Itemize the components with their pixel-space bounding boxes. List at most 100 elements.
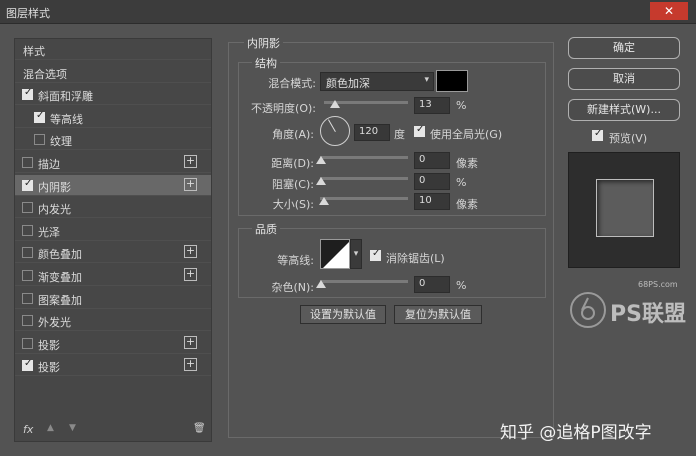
opacity-slider-thumb[interactable] (329, 100, 340, 108)
style-item[interactable]: 渐变叠加 + (15, 265, 211, 286)
contour-curve-icon (321, 240, 349, 268)
angle-dial[interactable] (320, 116, 350, 146)
angle-input[interactable]: 120 (354, 124, 390, 141)
style-item-label: 投影 (38, 361, 60, 375)
style-item-checkbox[interactable] (22, 358, 33, 372)
distance-input[interactable]: 0 (414, 152, 450, 169)
style-item-label: 等高线 (50, 112, 83, 126)
style-item-checkbox[interactable] (34, 110, 45, 123)
angle-unit: 度 (394, 128, 405, 141)
choke-input[interactable]: 0 (414, 173, 450, 190)
style-item[interactable]: 等高线 (15, 107, 211, 128)
style-item[interactable]: 投影 + (15, 355, 211, 377)
style-item[interactable]: 样式 (15, 39, 211, 60)
style-item[interactable]: 内阴影 + (15, 174, 211, 196)
noise-slider[interactable] (320, 280, 408, 283)
choke-label: 阻塞(C): (272, 178, 314, 191)
style-item-checkbox[interactable] (22, 224, 33, 236)
styles-list-footer: fx ▲ ▼ 🗑 (15, 419, 211, 441)
ps-logo-icon (568, 290, 608, 330)
choke-slider[interactable] (320, 177, 408, 180)
style-item-checkbox[interactable] (22, 87, 33, 101)
style-item[interactable]: 图案叠加 (15, 288, 211, 309)
ok-button[interactable]: 确定 (568, 37, 680, 59)
style-item-checkbox[interactable] (22, 292, 33, 304)
add-style-icon[interactable]: + (184, 358, 197, 372)
choke-slider-thumb[interactable] (316, 177, 326, 185)
style-item[interactable]: 投影 + (15, 333, 211, 354)
close-button[interactable]: ✕ (650, 2, 688, 20)
style-item[interactable]: 混合选项 (15, 62, 211, 83)
add-style-icon[interactable]: + (184, 335, 197, 349)
global-light-checkbox[interactable] (414, 124, 425, 137)
opacity-unit: % (456, 99, 467, 112)
noise-slider-thumb[interactable] (316, 280, 326, 288)
size-slider[interactable] (320, 197, 408, 200)
noise-unit: % (456, 279, 467, 292)
move-up-icon[interactable]: ▲ (47, 423, 54, 433)
style-item-checkbox[interactable] (22, 315, 33, 327)
shadow-color-swatch[interactable] (436, 70, 468, 92)
style-item-label: 渐变叠加 (38, 271, 82, 284)
set-default-button[interactable]: 设置为默认值 (300, 305, 386, 324)
style-item[interactable]: 颜色叠加 + (15, 242, 211, 264)
style-item-checkbox[interactable] (22, 270, 33, 281)
style-item-checkbox[interactable] (22, 157, 33, 168)
style-item-checkbox[interactable] (34, 134, 45, 146)
size-slider-thumb[interactable] (318, 197, 329, 205)
style-item-checkbox[interactable] (22, 178, 33, 191)
styles-list: 投影 + 投影 + 外发光 图案叠加 渐变叠加 + 颜色叠加 + 光泽 内发光 内阴影 + 描边 + 纹理 等高线… (14, 38, 212, 442)
distance-slider-thumb[interactable] (316, 156, 326, 164)
style-preview (568, 152, 680, 268)
style-item[interactable]: 光泽 (15, 220, 211, 241)
style-item[interactable]: 纹理 (15, 129, 211, 151)
style-item-label: 图案叠加 (38, 293, 82, 307)
style-item[interactable]: 描边 + (15, 152, 211, 173)
structure-title: 结构 (252, 55, 280, 71)
preview-checkbox[interactable] (592, 128, 603, 141)
angle-dial-needle (328, 119, 336, 132)
distance-unit: 像素 (456, 157, 478, 170)
global-light-label: 使用全局光(G) (430, 128, 503, 141)
antialias-label: 消除锯齿(L) (386, 252, 445, 265)
angle-label: 角度(A): (272, 128, 314, 141)
contour-preview[interactable] (320, 239, 350, 269)
add-style-icon[interactable]: + (184, 177, 197, 191)
new-style-button[interactable]: 新建样式(W)... (568, 99, 680, 121)
blend-mode-select[interactable]: 颜色加深 ▾ (320, 72, 434, 91)
window-title: 图层样式 (6, 7, 50, 20)
inner-shadow-title: 内阴影 (244, 35, 283, 51)
contour-label: 等高线: (277, 254, 314, 267)
style-item[interactable]: 外发光 (15, 310, 211, 332)
style-item-checkbox[interactable] (22, 202, 33, 214)
move-down-icon[interactable]: ▼ (69, 423, 76, 433)
opacity-input[interactable]: 13 (414, 97, 450, 114)
add-style-icon[interactable]: + (184, 245, 197, 259)
size-label: 大小(S): (272, 198, 314, 211)
cancel-button[interactable]: 取消 (568, 68, 680, 90)
add-style-icon[interactable]: + (184, 155, 197, 168)
style-item-label: 样式 (23, 45, 45, 58)
preview-label: 预览(V) (609, 132, 648, 145)
size-input[interactable]: 10 (414, 193, 450, 210)
add-style-icon[interactable]: + (184, 268, 197, 281)
distance-slider[interactable] (320, 156, 408, 159)
style-item-label: 颜色叠加 (38, 248, 82, 262)
style-item-label: 外发光 (38, 316, 71, 330)
zhihu-watermark: 知乎 @追格P图改字 (500, 423, 652, 443)
quality-title: 品质 (252, 221, 280, 237)
noise-label: 杂色(N): (271, 281, 314, 294)
site-watermark: 68PS.com (638, 280, 678, 289)
style-item-label: 内发光 (38, 203, 71, 217)
contour-dropdown-button[interactable]: ▾ (350, 239, 362, 269)
style-item-checkbox[interactable] (22, 337, 33, 349)
chevron-down-icon: ▾ (424, 75, 429, 85)
trash-icon[interactable]: 🗑 (193, 423, 206, 434)
reset-default-button[interactable]: 复位为默认值 (394, 305, 482, 324)
style-item-checkbox[interactable] (22, 247, 33, 259)
style-item[interactable]: 斜面和浮雕 (15, 84, 211, 106)
style-item[interactable]: 内发光 (15, 197, 211, 219)
noise-input[interactable]: 0 (414, 276, 450, 293)
antialias-checkbox[interactable] (370, 248, 381, 261)
fx-icon[interactable]: fx (23, 423, 33, 436)
